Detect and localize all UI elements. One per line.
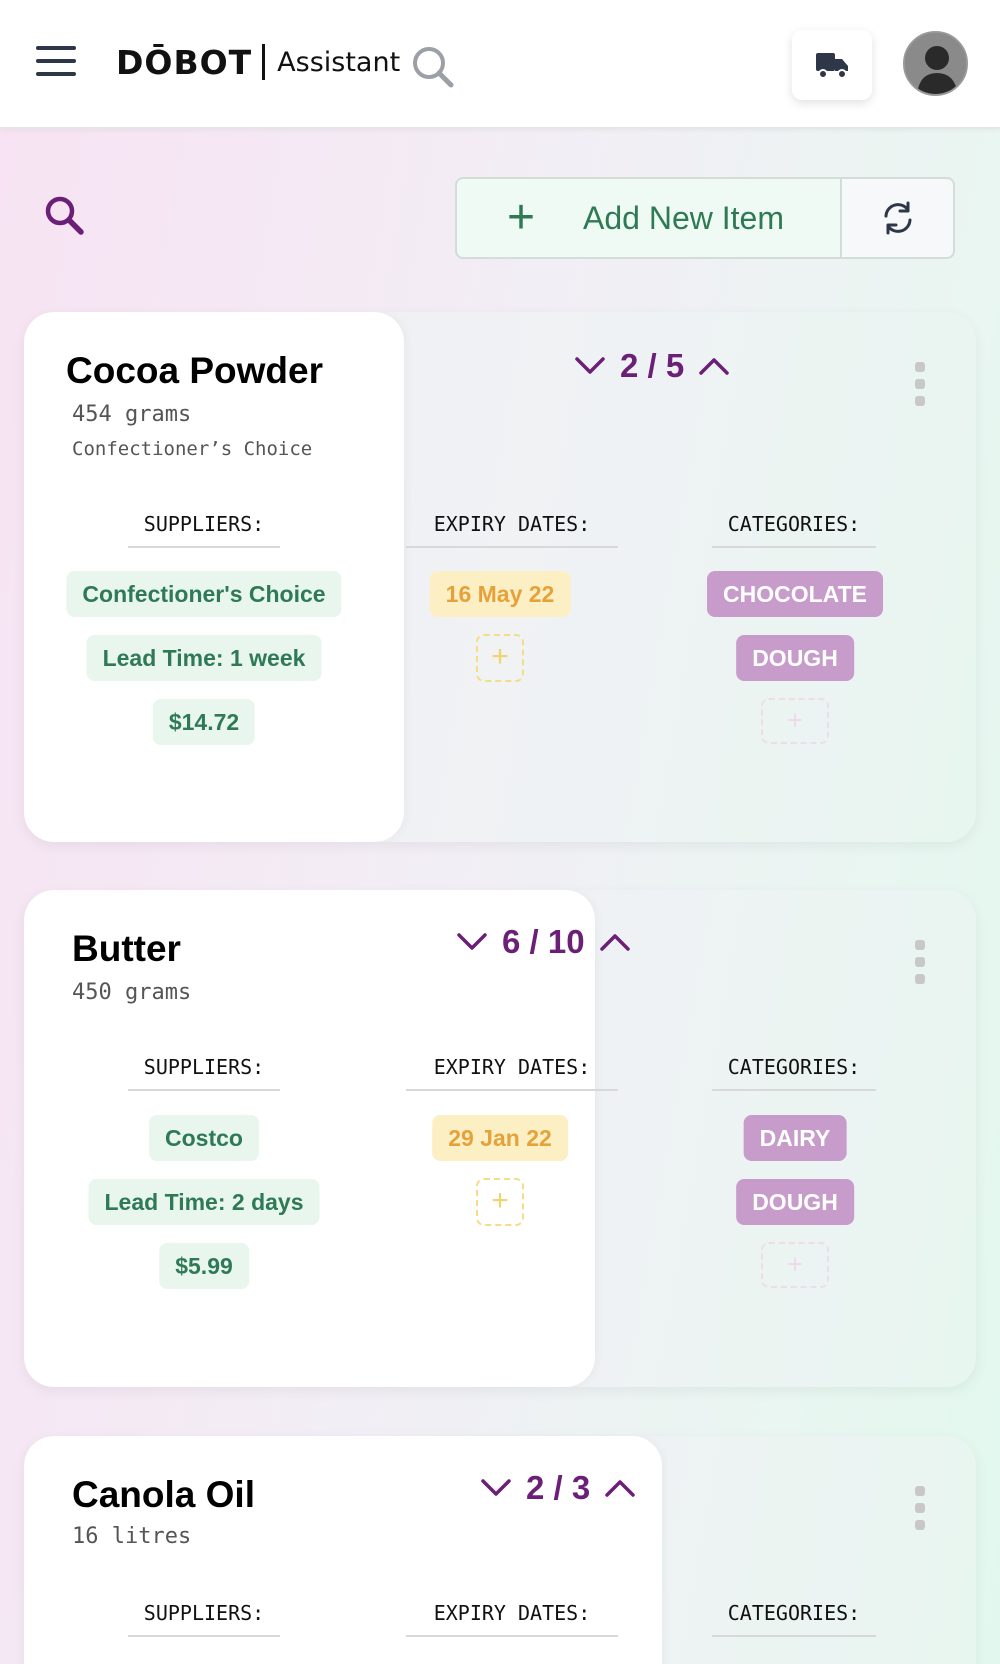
item-brand: Confectioner’s Choice bbox=[72, 438, 313, 460]
suppliers-heading: SUPPLIERS: bbox=[128, 1055, 280, 1091]
expiry-dates-heading: EXPIRY DATES: bbox=[406, 1055, 618, 1091]
inventory-item-card: Canola Oil 16 litres 2 / 3 SUPPLIERS: EX… bbox=[24, 1436, 976, 1664]
add-expiry-date-button[interactable]: + bbox=[476, 1178, 524, 1226]
add-expiry-date-button[interactable]: + bbox=[476, 634, 524, 682]
hamburger-menu-icon[interactable] bbox=[36, 46, 76, 80]
item-pager: 2 / 5 bbox=[570, 346, 734, 386]
inventory-main: + Add New Item Cocoa Powder 454 grams Co… bbox=[0, 129, 1000, 1664]
add-new-item-label: Add New Item bbox=[583, 199, 784, 236]
pager-count: 6 / 10 bbox=[502, 923, 585, 960]
chevron-down-icon[interactable] bbox=[452, 922, 492, 962]
add-category-button[interactable]: + bbox=[761, 698, 829, 744]
logo-brand: DŌBOT bbox=[116, 42, 253, 82]
refresh-icon bbox=[884, 201, 911, 235]
add-category-button[interactable]: + bbox=[761, 1242, 829, 1288]
category-chip[interactable]: CHOCOLATE bbox=[707, 571, 883, 617]
pager-count: 2 / 3 bbox=[526, 1469, 591, 1506]
chevron-up-icon[interactable] bbox=[595, 922, 635, 962]
suppliers-heading: SUPPLIERS: bbox=[128, 1601, 280, 1637]
expiry-dates-heading: EXPIRY DATES: bbox=[406, 1601, 618, 1637]
search-icon[interactable] bbox=[42, 193, 88, 239]
inventory-item-card: Cocoa Powder 454 grams Confectioner’s Ch… bbox=[24, 312, 976, 842]
pager-count: 2 / 5 bbox=[620, 347, 685, 384]
item-quantity: 450 grams bbox=[72, 980, 192, 1005]
suppliers-heading: SUPPLIERS: bbox=[128, 512, 280, 548]
item-quantity: 454 grams bbox=[72, 402, 192, 427]
categories-heading: CATEGORIES: bbox=[712, 1055, 876, 1091]
categories-heading: CATEGORIES: bbox=[712, 1601, 876, 1637]
supplier-chip[interactable]: Confectioner's Choice bbox=[66, 571, 342, 617]
more-options-icon[interactable] bbox=[912, 1486, 928, 1530]
plus-icon: + bbox=[507, 191, 536, 244]
item-name: Canola Oil bbox=[72, 1474, 255, 1515]
lead-time-chip: Lead Time: 1 week bbox=[86, 635, 322, 681]
categories-heading: CATEGORIES: bbox=[712, 512, 876, 548]
add-new-item-button[interactable]: + Add New Item bbox=[455, 177, 842, 259]
item-name: Butter bbox=[72, 928, 181, 969]
chevron-up-icon[interactable] bbox=[600, 1468, 640, 1508]
expiry-date-chip[interactable]: 29 Jan 22 bbox=[432, 1115, 568, 1161]
search-icon[interactable] bbox=[410, 44, 456, 90]
item-name: Cocoa Powder bbox=[66, 350, 323, 391]
price-chip: $14.72 bbox=[152, 699, 256, 745]
chevron-up-icon[interactable] bbox=[694, 346, 734, 386]
expiry-dates-heading: EXPIRY DATES: bbox=[406, 512, 618, 548]
logo-subtitle: Assistant bbox=[277, 46, 401, 78]
expiry-date-chip[interactable]: 16 May 22 bbox=[429, 571, 571, 617]
refresh-button[interactable] bbox=[840, 177, 955, 259]
delivery-truck-button[interactable] bbox=[792, 30, 872, 100]
inventory-item-card: Butter 450 grams 6 / 10 SUPPLIERS: EXPIR… bbox=[24, 890, 976, 1387]
category-chip[interactable]: DAIRY bbox=[743, 1115, 847, 1161]
delivery-truck-icon bbox=[816, 53, 848, 79]
logo-divider bbox=[262, 44, 266, 80]
category-chip[interactable]: DOUGH bbox=[736, 635, 854, 681]
chevron-down-icon[interactable] bbox=[476, 1468, 516, 1508]
item-quantity: 16 litres bbox=[72, 1524, 192, 1549]
item-pager: 6 / 10 bbox=[452, 922, 635, 962]
more-options-icon[interactable] bbox=[912, 940, 928, 984]
supplier-chip[interactable]: Costco bbox=[149, 1115, 259, 1161]
more-options-icon[interactable] bbox=[912, 362, 928, 406]
app-logo[interactable]: DŌBOT Assistant bbox=[116, 40, 400, 84]
lead-time-chip: Lead Time: 2 days bbox=[88, 1179, 320, 1225]
chevron-down-icon[interactable] bbox=[570, 346, 610, 386]
top-navigation-bar: DŌBOT Assistant bbox=[0, 0, 1000, 129]
price-chip: $5.99 bbox=[159, 1243, 249, 1289]
category-chip[interactable]: DOUGH bbox=[736, 1179, 854, 1225]
user-avatar-icon[interactable] bbox=[903, 31, 968, 96]
item-pager: 2 / 3 bbox=[476, 1468, 640, 1508]
